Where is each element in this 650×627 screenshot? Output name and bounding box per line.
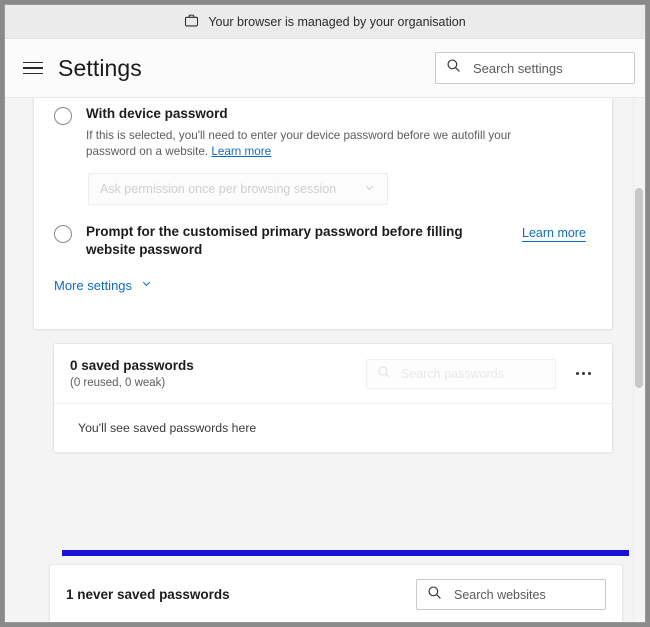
saved-passwords-stats: (0 reused, 0 weak) xyxy=(70,377,166,389)
hamburger-menu-icon[interactable] xyxy=(23,57,45,79)
highlight-bar xyxy=(62,550,629,556)
radio-with-device-password[interactable] xyxy=(54,107,72,125)
settings-header: Settings xyxy=(5,39,645,98)
scrollbar-thumb[interactable] xyxy=(635,188,643,388)
saved-passwords-empty-message: You'll see saved passwords here xyxy=(78,421,257,435)
scrollbar-track[interactable] xyxy=(633,98,645,622)
search-settings-box[interactable] xyxy=(435,52,635,84)
search-websites-input[interactable] xyxy=(452,586,595,603)
never-saved-header: 1 never saved passwords xyxy=(50,565,622,622)
search-icon xyxy=(377,365,391,382)
option-device-description-text: If this is selected, you'll need to ente… xyxy=(86,129,512,158)
search-passwords-box[interactable]: Search passwords xyxy=(366,358,556,389)
search-icon xyxy=(427,585,442,605)
option-with-device-password[interactable]: With device password If this is selected… xyxy=(34,98,612,160)
option-with-device-password-description: If this is selected, you'll need to ente… xyxy=(86,128,556,160)
more-settings-label: More settings xyxy=(54,277,133,293)
autofill-options-card: If this is selected, you don't need to e… xyxy=(33,98,613,330)
page-title: Settings xyxy=(58,54,142,81)
more-options-icon[interactable] xyxy=(570,361,596,387)
managed-banner-text: Your browser is managed by your organisa… xyxy=(208,14,466,29)
chevron-down-icon xyxy=(363,181,376,197)
saved-passwords-card: 0 saved passwords (0 reused, 0 weak) Sea… xyxy=(53,343,613,453)
learn-more-link-device[interactable]: Learn more xyxy=(211,145,271,158)
settings-content-area: If this is selected, you don't need to e… xyxy=(5,98,645,622)
saved-passwords-header: 0 saved passwords (0 reused, 0 weak) Sea… xyxy=(54,344,612,404)
saved-passwords-count: 0 saved passwords xyxy=(70,358,194,373)
search-settings-input[interactable] xyxy=(471,59,624,77)
ask-permission-select[interactable]: Ask permission once per browsing session xyxy=(88,173,388,205)
option-primary-password[interactable]: Prompt for the customised primary passwo… xyxy=(34,205,612,259)
search-icon xyxy=(446,58,461,78)
managed-browser-banner: Your browser is managed by your organisa… xyxy=(5,5,645,39)
option-primary-password-label: Prompt for the customised primary passwo… xyxy=(86,224,463,257)
search-passwords-placeholder: Search passwords xyxy=(401,366,504,381)
option-with-device-password-label: With device password xyxy=(86,106,228,121)
chevron-down-icon xyxy=(140,277,153,293)
never-saved-passwords-card: 1 never saved passwords Website web.face… xyxy=(49,564,623,622)
browser-window: Your browser is managed by your organisa… xyxy=(4,4,646,623)
more-settings-toggle[interactable]: More settings xyxy=(54,277,153,307)
search-websites-box[interactable] xyxy=(416,579,606,610)
ask-permission-select-value: Ask permission once per browsing session xyxy=(100,182,337,196)
never-saved-count: 1 never saved passwords xyxy=(66,587,230,602)
radio-primary-password[interactable] xyxy=(54,225,72,243)
learn-more-link-primary[interactable]: Learn more xyxy=(522,224,588,259)
briefcase-icon xyxy=(184,13,199,31)
